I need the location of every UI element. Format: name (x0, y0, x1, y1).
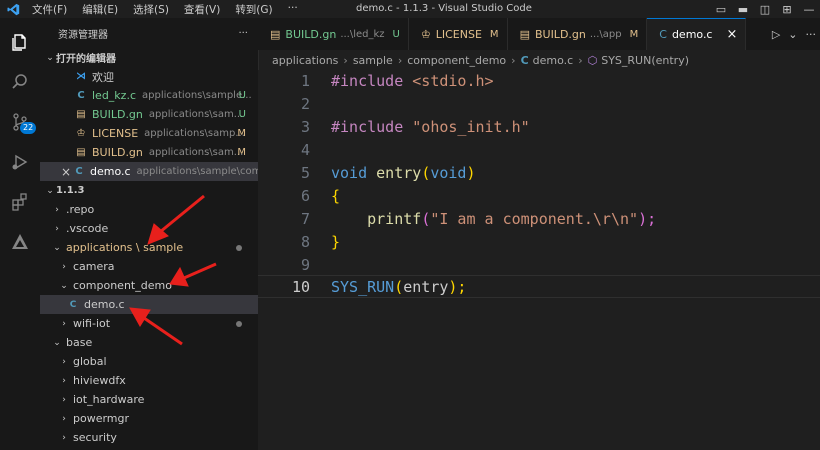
annotation-arrow (147, 194, 205, 245)
annotation-arrow (129, 307, 183, 346)
annotation-arrows (129, 194, 217, 346)
annotation-arrow (169, 262, 217, 287)
